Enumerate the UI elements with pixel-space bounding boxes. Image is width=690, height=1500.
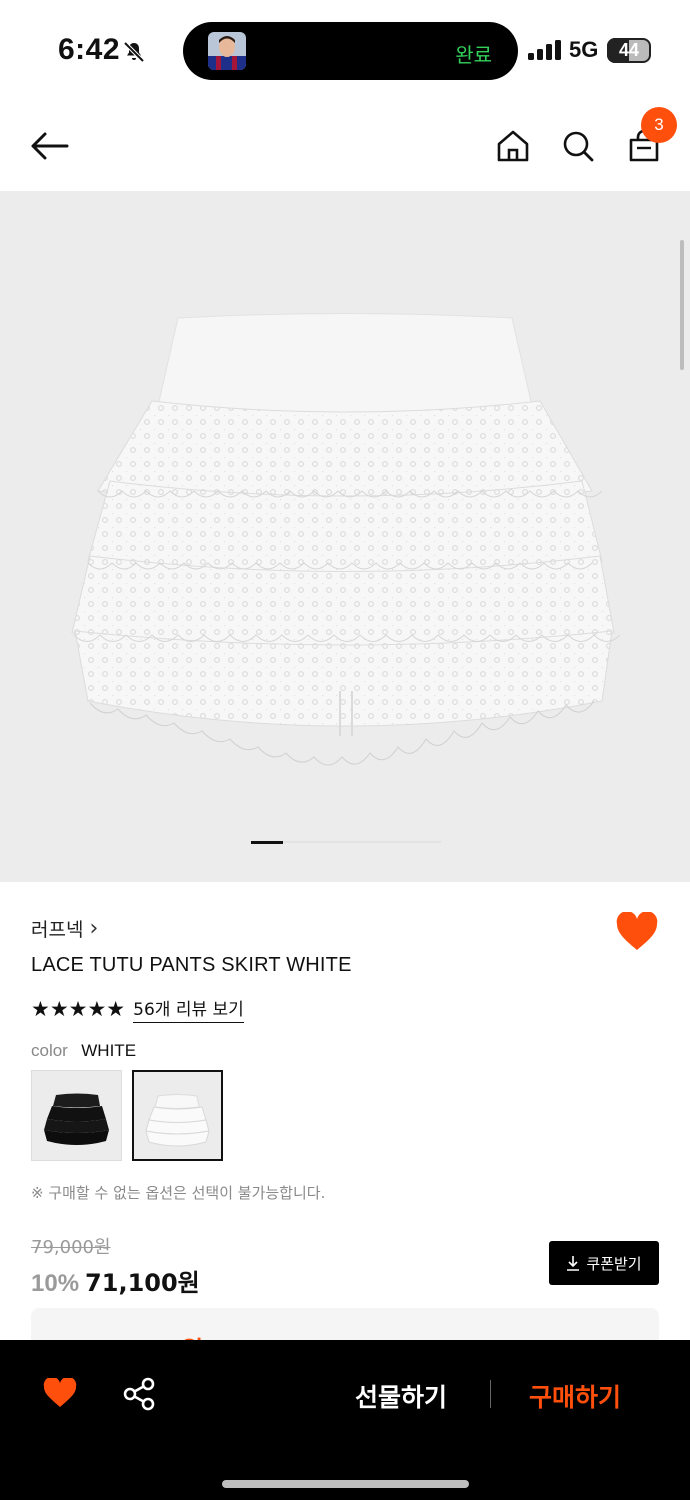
gift-button[interactable]: 선물하기 <box>355 1378 447 1414</box>
swatch-image-white <box>134 1072 221 1159</box>
sale-price: 71,100원 <box>85 1269 200 1297</box>
network-type: 5G <box>569 37 599 62</box>
wishlist-heart-button[interactable] <box>615 911 659 956</box>
search-icon <box>563 131 594 162</box>
heart-icon <box>43 1376 77 1407</box>
download-icon <box>567 1256 580 1271</box>
option-notice: ※ 구매할 수 없는 옵션은 선택이 불가능합니다. <box>31 1184 326 1202</box>
bottom-wishlist-button[interactable] <box>43 1376 77 1412</box>
product-title: LACE TUTU PANTS SKIRT WHITE <box>31 954 352 976</box>
product-detail-screen: 6:42 완료 5G 44 3 러프넥 › LACE TUTU PANTS SK… <box>0 0 690 1500</box>
buy-button[interactable]: 구매하기 <box>529 1378 621 1414</box>
activity-avatar <box>208 32 246 70</box>
page-scrollbar[interactable] <box>680 240 684 370</box>
swatch-image-black <box>32 1071 121 1160</box>
color-option-row: color WHITE <box>31 1041 136 1061</box>
rating-row: ★★★★★ 56개 리뷰 보기 <box>31 995 244 1023</box>
product-image <box>71 313 621 766</box>
app-header <box>0 100 690 190</box>
status-time: 6:42 <box>58 33 121 66</box>
battery-icon: 44 <box>607 38 651 63</box>
cart-count-badge: 3 <box>641 107 677 143</box>
home-indicator[interactable] <box>222 1480 469 1488</box>
share-icon <box>123 1377 155 1411</box>
chevron-right-icon: › <box>89 916 99 941</box>
brand-link[interactable]: 러프넥 › <box>31 915 98 942</box>
coupon-button[interactable]: 쿠폰받기 <box>549 1241 659 1285</box>
review-link[interactable]: 56개 리뷰 보기 <box>133 995 244 1023</box>
color-label: color <box>31 1041 68 1060</box>
home-icon <box>497 130 529 162</box>
product-image-gallery[interactable] <box>0 191 690 882</box>
action-divider <box>490 1380 491 1408</box>
gallery-pager <box>251 841 441 844</box>
heart-icon <box>616 911 658 950</box>
discount-rate: 10% <box>31 1270 80 1297</box>
activity-status-text: 완료 <box>455 43 492 67</box>
coupon-label: 쿠폰받기 <box>586 1254 642 1273</box>
brand-name: 러프넥 <box>31 919 84 941</box>
home-button[interactable] <box>491 124 535 168</box>
back-arrow-icon <box>31 132 69 160</box>
color-value: WHITE <box>81 1041 137 1060</box>
color-swatch-black[interactable] <box>31 1070 122 1161</box>
bottom-action-bar: 선물하기 구매하기 <box>0 1340 690 1500</box>
cellular-signal-icon <box>528 40 562 64</box>
search-button[interactable] <box>556 124 600 168</box>
star-rating: ★★★★★ <box>31 997 126 1021</box>
share-button[interactable] <box>122 1376 158 1416</box>
price-row: 10% 71,100원 <box>31 1263 200 1298</box>
dynamic-island[interactable]: 완료 <box>183 22 518 80</box>
status-bar: 6:42 완료 5G 44 <box>0 0 690 100</box>
color-swatch-white[interactable] <box>132 1070 223 1161</box>
original-price: 79,000원 <box>31 1237 111 1258</box>
back-button[interactable] <box>28 124 72 168</box>
pager-active-indicator <box>251 841 283 844</box>
battery-level: 44 <box>618 40 640 60</box>
bell-muted-icon <box>122 40 146 68</box>
